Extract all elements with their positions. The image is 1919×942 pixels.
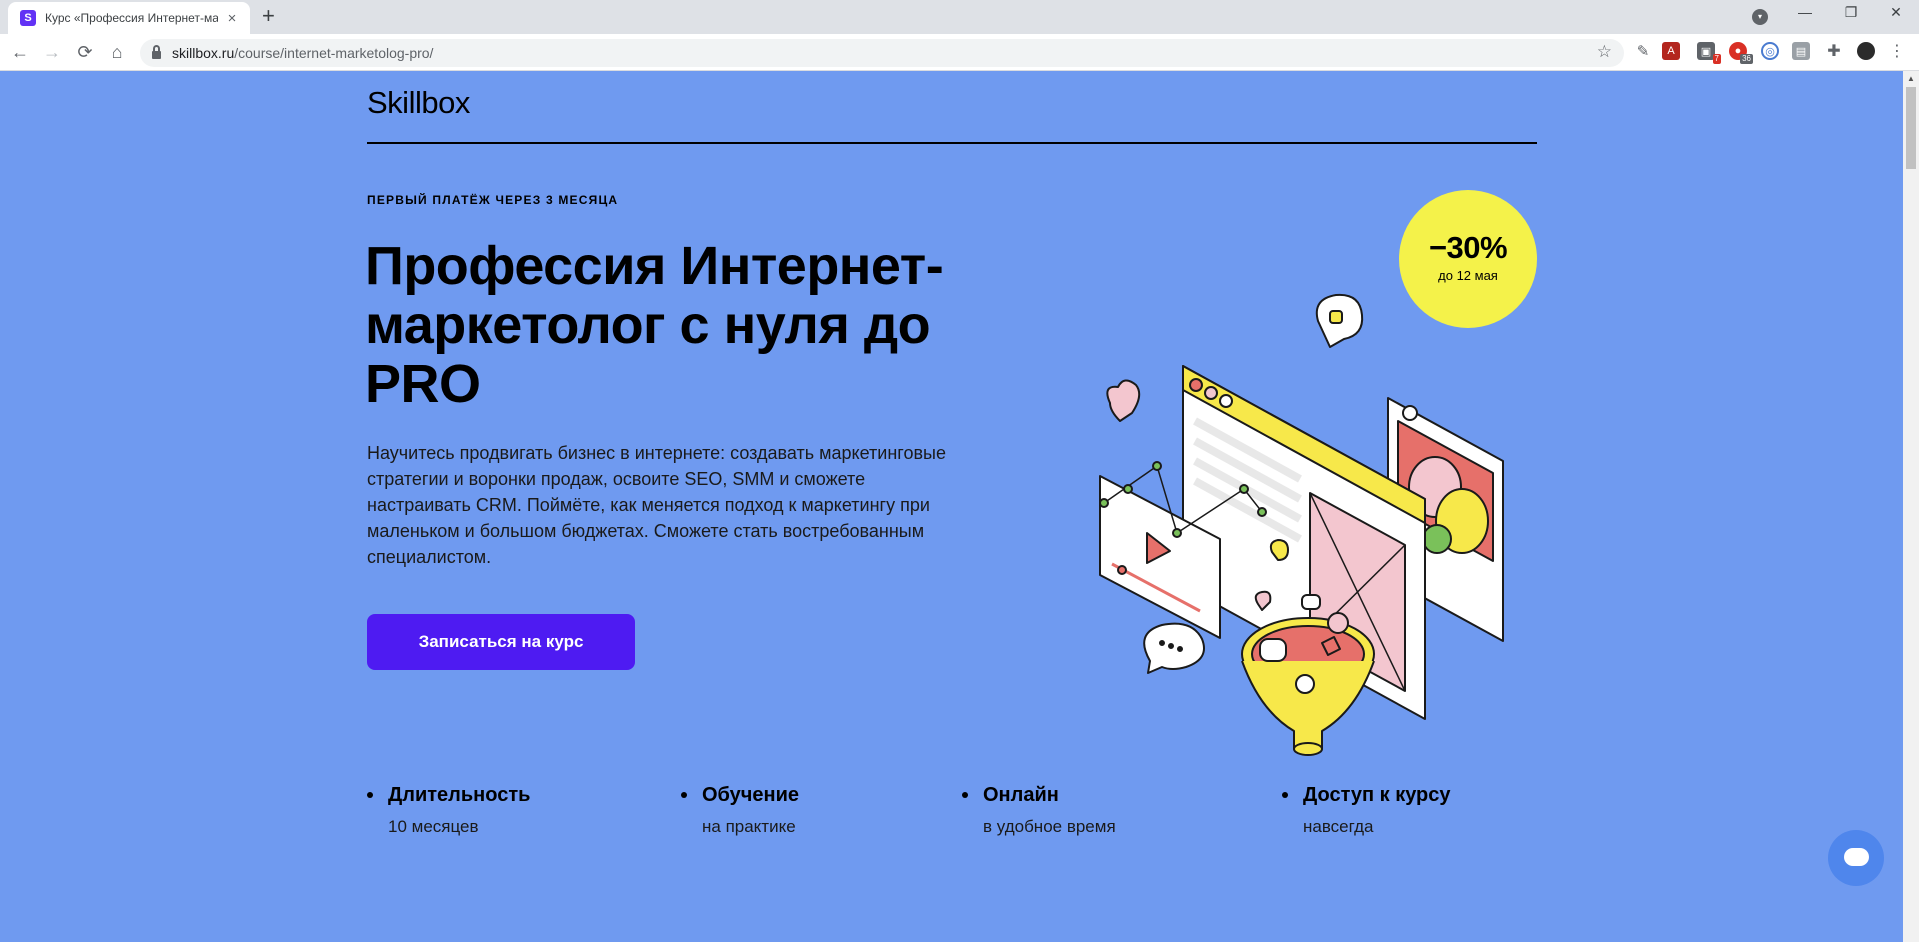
browser-menu-icon[interactable]: ⋮ xyxy=(1888,42,1906,60)
feature-subtitle: на практике xyxy=(702,817,796,836)
forward-button[interactable]: → xyxy=(40,41,64,63)
browser-chrome: S Курс «Профессия Интернет-ма × + ▾ — ❐ … xyxy=(0,0,1919,71)
course-description: Научитесь продвигать бизнес в интернете:… xyxy=(367,443,946,567)
bookmark-star-icon[interactable]: ☆ xyxy=(1597,42,1612,62)
chat-bubble xyxy=(1143,622,1205,674)
back-button[interactable]: ← xyxy=(8,41,32,63)
discount-badge: −30% до 12 мая xyxy=(1399,190,1537,328)
page-scrollbar[interactable]: ▲ xyxy=(1903,71,1919,942)
discount-note: до 12 мая xyxy=(1438,267,1498,283)
feature-subtitle: навсегда xyxy=(1303,817,1374,836)
image-extension-icon[interactable]: ▤ xyxy=(1792,42,1810,60)
adblock-extension-icon[interactable]: ● 36 xyxy=(1729,42,1753,64)
course-features: Длительность 10 месяцев Обучение на прак… xyxy=(367,784,1537,844)
lock-icon[interactable] xyxy=(152,44,161,59)
new-tab-button[interactable]: + xyxy=(262,5,275,27)
extension-badge: 7 xyxy=(1712,54,1721,64)
window-close-button[interactable]: ✕ xyxy=(1873,4,1919,21)
feature-subtitle: в удобное время xyxy=(983,817,1116,836)
tab-strip: S Курс «Профессия Интернет-ма × + ▾ — ❐ … xyxy=(0,0,1919,34)
discount-value: −30% xyxy=(1428,229,1508,265)
enroll-button[interactable]: Записаться на курс xyxy=(367,614,635,670)
chat-icon xyxy=(1844,848,1869,866)
feature-title: Обучение xyxy=(702,784,800,806)
url-path: /course/internet-marketolog-pro/ xyxy=(234,45,434,61)
header-divider xyxy=(367,142,1537,144)
maximize-button[interactable]: ❐ xyxy=(1828,4,1874,21)
support-chat-button[interactable] xyxy=(1828,830,1884,886)
reload-button[interactable]: ⟳ xyxy=(73,41,97,63)
screenshot-extension-icon[interactable]: ▣ 7 xyxy=(1697,42,1721,64)
tab-title: Курс «Профессия Интернет-ма xyxy=(45,11,218,25)
tab-close-icon[interactable]: × xyxy=(224,10,240,27)
browser-tab[interactable]: S Курс «Профессия Интернет-ма × xyxy=(8,2,250,34)
pdf-extension-icon[interactable]: A xyxy=(1662,42,1680,60)
scroll-up-icon[interactable]: ▲ xyxy=(1907,74,1915,83)
eyedropper-extension-icon[interactable]: ✎ xyxy=(1634,42,1652,60)
page-viewport: Skillbox ПЕРВЫЙ ПЛАТЁЖ ЧЕРЕЗ 3 МЕСЯЦА Пр… xyxy=(0,71,1903,942)
url-text[interactable]: skillbox.ru/course/internet-marketolog-p… xyxy=(172,45,433,61)
feature-subtitle: 10 месяцев xyxy=(388,817,479,836)
bullet-icon xyxy=(1282,792,1288,798)
skillbox-favicon-icon: S xyxy=(20,10,36,26)
feature-title: Онлайн xyxy=(983,784,1059,806)
url-host: skillbox.ru xyxy=(172,45,235,61)
minimize-button[interactable]: — xyxy=(1782,4,1828,20)
payment-overline: ПЕРВЫЙ ПЛАТЁЖ ЧЕРЕЗ 3 МЕСЯЦА xyxy=(367,193,619,207)
bullet-icon xyxy=(681,792,687,798)
feature-title: Длительность xyxy=(388,784,531,806)
tab-search-icon[interactable]: ▾ xyxy=(1752,9,1768,25)
puzzle-extensions-icon[interactable]: ✚ xyxy=(1825,42,1843,60)
extension-badge: 36 xyxy=(1740,54,1753,64)
vpn-extension-icon[interactable]: ◎ xyxy=(1761,42,1779,60)
feature-title: Доступ к курсу xyxy=(1303,784,1451,806)
bullet-icon xyxy=(367,792,373,798)
scroll-thumb[interactable] xyxy=(1906,87,1916,169)
browser-toolbar: ← → ⟳ ⌂ skillbox.ru/course/internet-mark… xyxy=(0,34,1919,71)
heart-bubble xyxy=(1106,379,1141,422)
profile-avatar[interactable] xyxy=(1857,42,1875,60)
skillbox-logo[interactable]: Skillbox xyxy=(367,85,470,121)
bullet-icon xyxy=(962,792,968,798)
home-button[interactable]: ⌂ xyxy=(105,41,129,63)
address-bar[interactable]: skillbox.ru/course/internet-marketolog-p… xyxy=(140,39,1624,67)
page-title: Профессия Интернет-маркетолог с нуля до … xyxy=(365,236,944,414)
